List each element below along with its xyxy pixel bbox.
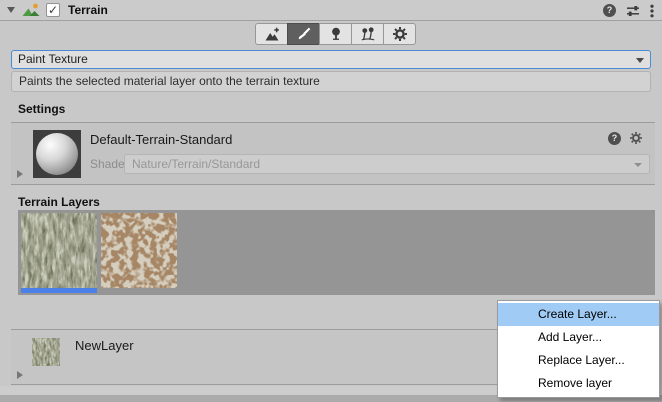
menu-item-create-layer[interactable]: Create Layer... [498,303,659,326]
terrain-layer-grass[interactable] [21,213,97,291]
foldout-open-icon[interactable] [7,7,15,13]
gear-icon [392,26,408,42]
selected-layer-indicator [21,288,97,293]
material-name: Default-Terrain-Standard [90,132,232,147]
chevron-down-icon [636,58,644,63]
shader-dropdown-value: Nature/Terrain/Standard [132,157,260,171]
brush-icon [296,26,312,42]
paint-tool-dropdown-value: Paint Texture [18,52,88,66]
shader-label: Shader [90,157,129,171]
paint-terrain-button[interactable] [287,23,320,45]
mountain-plus-icon [264,27,280,42]
material-foldout-icon[interactable] [17,170,23,178]
material-gear-icon[interactable] [629,131,643,145]
material-help-icon[interactable] [608,132,621,145]
presets-icon[interactable] [626,4,640,18]
material-sphere-icon [36,133,78,175]
inspector-header: Terrain [0,0,662,21]
material-card: Default-Terrain-Standard Shader Nature/T… [11,122,655,185]
new-layer-thumbnail [32,338,60,366]
terrain-inspector: Terrain [0,0,662,402]
material-preview [33,130,81,178]
page-title: Terrain [68,3,108,17]
menu-item-remove-layer[interactable]: Remove layer [498,372,659,395]
flower-details-icon [360,26,376,42]
paint-tool-dropdown[interactable]: Paint Texture [11,50,651,69]
new-layer-title: NewLayer [75,338,134,353]
paint-details-button[interactable] [351,23,384,45]
terrain-tool-toolbar [255,23,416,45]
layer-context-menu: Create Layer... Add Layer... Replace Lay… [497,300,660,398]
terrain-enabled-checkbox[interactable] [46,3,60,17]
tree-icon [328,26,344,42]
menu-item-replace-layer[interactable]: Replace Layer... [498,349,659,372]
settings-section-label: Settings [18,102,65,116]
terrain-layers-section-label: Terrain Layers [18,195,100,209]
terrain-layers-palette [18,210,655,295]
kebab-menu-icon[interactable] [650,4,654,18]
help-icon[interactable] [603,4,616,17]
terrain-asset-icon [22,3,40,17]
new-layer-foldout-icon[interactable] [17,371,23,379]
paint-trees-button[interactable] [319,23,352,45]
tool-help-box: Paints the selected material layer onto … [11,71,651,92]
terrain-settings-button[interactable] [383,23,416,45]
shader-dropdown: Nature/Terrain/Standard [124,154,650,174]
chevron-down-icon [634,163,642,167]
menu-item-add-layer[interactable]: Add Layer... [498,326,659,349]
terrain-layer-stone[interactable] [101,213,177,291]
tool-help-text: Paints the selected material layer onto … [19,74,320,88]
create-neighbor-terrains-button[interactable] [255,23,288,45]
